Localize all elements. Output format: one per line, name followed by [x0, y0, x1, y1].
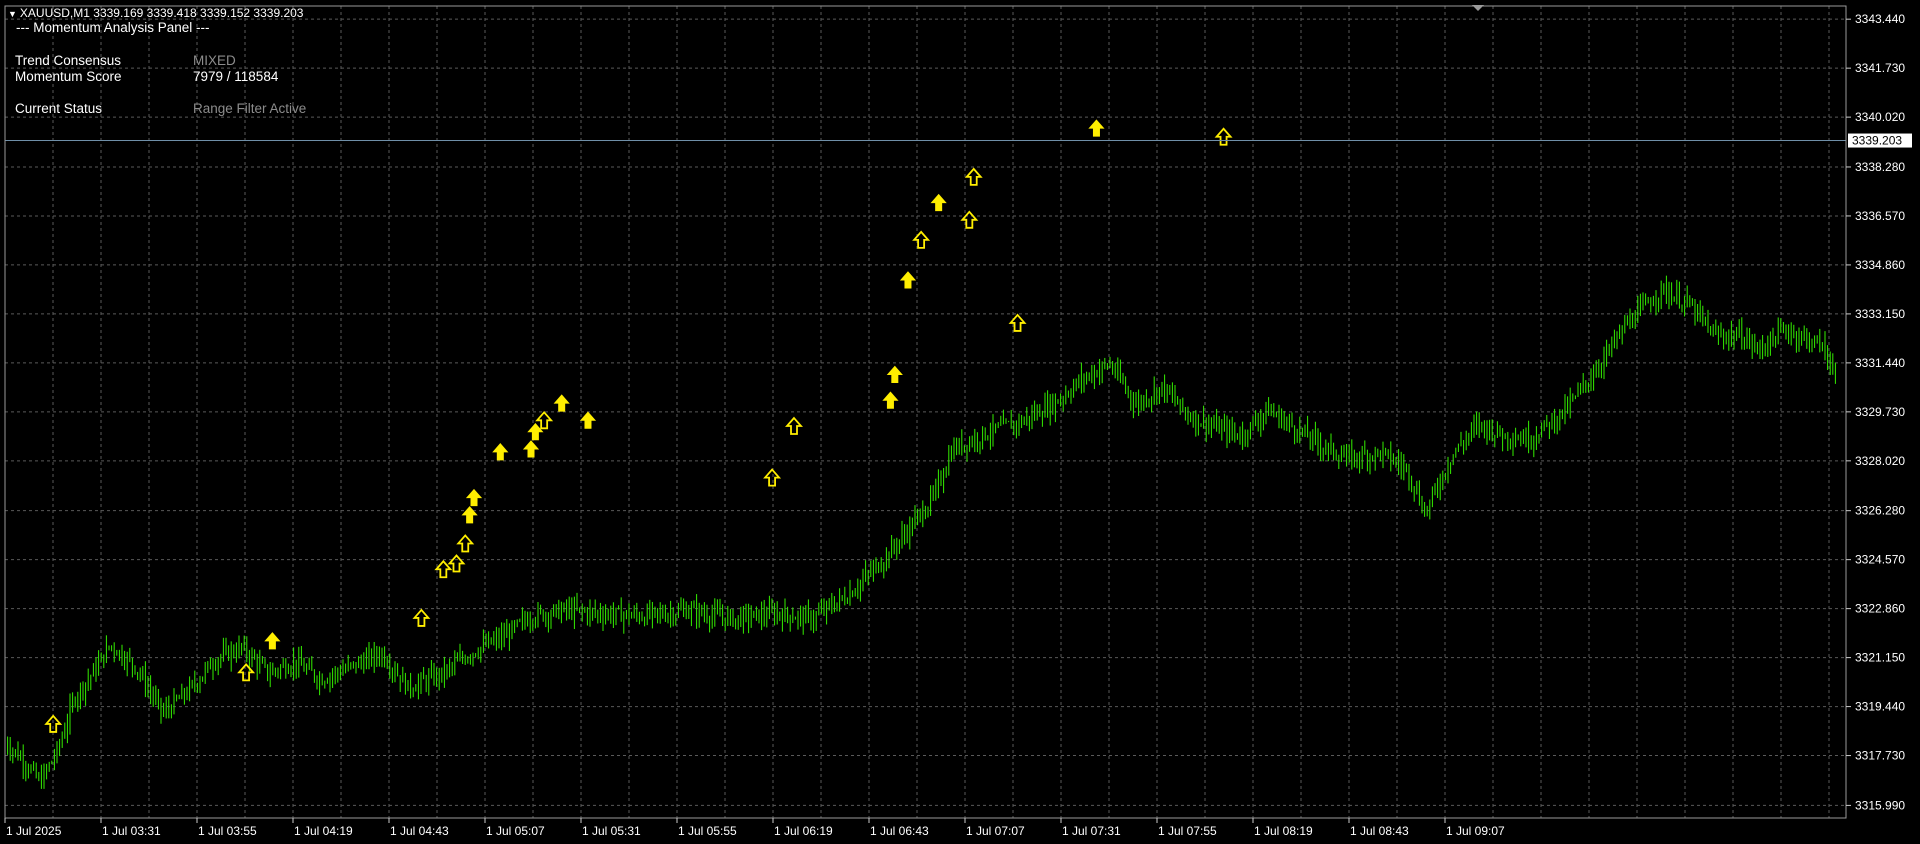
y-tick-label: 3331.440: [1855, 356, 1905, 370]
x-tick-label: 1 Jul 04:19: [294, 824, 353, 838]
momentum-score-label: Momentum Score: [15, 69, 122, 84]
y-tick-label: 3321.150: [1855, 651, 1905, 665]
symbol-quote: XAUUSD,M1 3339.169 3339.418 3339.152 333…: [19, 6, 304, 20]
x-tick-label: 1 Jul 03:31: [102, 824, 161, 838]
y-tick-label: 3328.020: [1855, 454, 1905, 468]
current-status-value: Range Filter Active: [193, 101, 307, 116]
y-tick-label: 3326.280: [1855, 504, 1905, 518]
x-tick-label: 1 Jul 07:55: [1158, 824, 1217, 838]
symbol-header: ▼ XAUUSD,M1 3339.169 3339.418 3339.152 33…: [8, 6, 303, 21]
x-tick-label: 1 Jul 08:43: [1350, 824, 1409, 838]
y-tick-label: 3315.990: [1855, 798, 1905, 812]
x-tick-label: 1 Jul 07:07: [966, 824, 1025, 838]
y-tick-label: 3343.440: [1855, 12, 1905, 26]
chart-window[interactable]: 3339.203 3343.440 3341.730 3340.020 3338.28…: [0, 0, 1920, 844]
y-tick-label: 3317.730: [1855, 749, 1905, 763]
chevron-down-icon[interactable]: ▼: [8, 9, 17, 19]
x-tick-label: 1 Jul 06:43: [870, 824, 929, 838]
trend-consensus-value: MIXED: [193, 53, 236, 68]
y-tick-label: 3340.020: [1855, 110, 1905, 124]
y-tick-label: 3329.730: [1855, 405, 1905, 419]
y-tick-label: 3341.730: [1855, 61, 1905, 75]
x-tick-label: 1 Jul 07:31: [1062, 824, 1121, 838]
y-tick-label: 3336.570: [1855, 209, 1905, 223]
current-status-label: Current Status: [15, 101, 103, 116]
price-chart[interactable]: 3339.203 3343.440 3341.730 3340.020 3338.28…: [0, 0, 1920, 844]
y-tick-label: 3338.280: [1855, 160, 1905, 174]
x-tick-label: 1 Jul 05:07: [486, 824, 545, 838]
x-tick-label: 1 Jul 09:07: [1446, 824, 1505, 838]
x-tick-label: 1 Jul 03:55: [198, 824, 257, 838]
y-tick-label: 3322.860: [1855, 602, 1905, 616]
x-tick-label: 1 Jul 06:19: [774, 824, 833, 838]
x-tick-label: 1 Jul 04:43: [390, 824, 449, 838]
x-tick-label: 1 Jul 2025: [6, 824, 62, 838]
momentum-score-value: 7979 / 118584: [193, 69, 279, 84]
x-tick-label: 1 Jul 05:55: [678, 824, 737, 838]
x-tick-label: 1 Jul 05:31: [582, 824, 641, 838]
y-tick-label: 3324.570: [1855, 553, 1905, 567]
x-tick-label: 1 Jul 08:19: [1254, 824, 1313, 838]
panel-title: --- Momentum Analysis Panel ---: [16, 20, 210, 35]
trend-consensus-label: Trend Consensus: [15, 53, 122, 68]
y-tick-label: 3319.440: [1855, 700, 1905, 714]
current-price-value: 3339.203: [1852, 134, 1902, 148]
y-tick-label: 3334.860: [1855, 258, 1905, 272]
y-tick-label: 3333.150: [1855, 307, 1905, 321]
